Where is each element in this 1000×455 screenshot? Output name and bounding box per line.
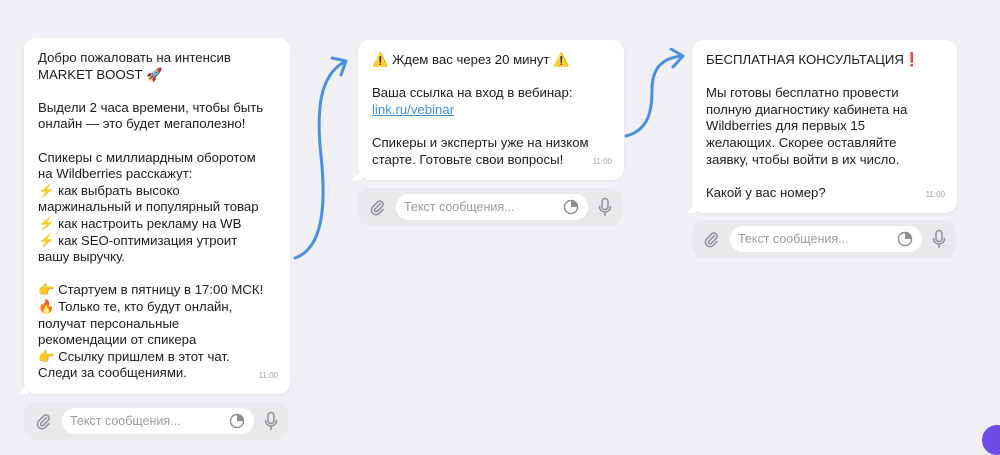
message-input-placeholder: Текст сообщения... bbox=[70, 414, 181, 428]
message-line: полную диагностику кабинета на bbox=[706, 101, 908, 117]
message-line bbox=[372, 69, 610, 86]
message-line bbox=[706, 69, 943, 86]
message-line: БЕСПЛАТНАЯ КОНСУЛЬТАЦИЯ❗ bbox=[706, 52, 921, 67]
microphone-icon[interactable] bbox=[596, 196, 614, 218]
message-input[interactable]: Текст сообщения... bbox=[730, 226, 922, 252]
message-line: 👉 Ссылку пришлем в этот чат. bbox=[38, 348, 230, 364]
paperclip-icon[interactable] bbox=[700, 228, 722, 250]
message-line: рекомендации от спикера bbox=[38, 332, 197, 348]
message-line: маржинальный и популярный товар bbox=[38, 199, 259, 215]
message-line: MARKET BOOST 🚀 bbox=[38, 66, 163, 82]
message-line: вашу выручку. bbox=[38, 249, 126, 265]
message-line bbox=[372, 118, 610, 135]
message-line: Добро пожаловать на интенсив bbox=[38, 50, 231, 65]
message-line: онлайн — это будет мегаполезно! bbox=[38, 116, 246, 132]
message-line bbox=[38, 83, 276, 100]
paperclip-icon[interactable] bbox=[32, 410, 54, 432]
microphone-icon[interactable] bbox=[930, 228, 948, 250]
message-2-text: ⚠️ Ждем вас через 20 минут ⚠️ Ваша ссылк… bbox=[372, 52, 610, 168]
sticker-icon[interactable] bbox=[896, 230, 914, 248]
message-line: ⚡ как настроить рекламу на WB bbox=[38, 215, 242, 231]
message-time: 11:00 bbox=[592, 157, 612, 167]
message-input-placeholder: Текст сообщения... bbox=[404, 200, 515, 214]
message-line: 👉 Стартуем в пятницу в 17:00 МСК! bbox=[38, 282, 264, 298]
message-input[interactable]: Текст сообщения... bbox=[396, 194, 588, 220]
message-line: Ваша ссылка на вход в вебинар: bbox=[372, 85, 573, 101]
message-line bbox=[706, 168, 943, 185]
message-line: заявку, чтобы войти в их число. bbox=[706, 151, 900, 167]
message-bubble-2: ⚠️ Ждем вас через 20 минут ⚠️ Ваша ссылк… bbox=[352, 40, 624, 180]
message-line: Спикеры и эксперты уже на низком bbox=[372, 134, 589, 150]
webinar-link[interactable]: link.ru/vebinar bbox=[372, 102, 610, 119]
message-bubble-1: Добро пожаловать на интенсив MARKET BOOS… bbox=[18, 38, 290, 394]
message-line: Какой у вас номер? bbox=[706, 184, 826, 200]
message-time: 11:00 bbox=[258, 371, 278, 381]
page: { "messages": [ { "lines": [ "Добро пожа… bbox=[0, 0, 1000, 455]
message-line bbox=[38, 133, 276, 150]
message-line bbox=[38, 266, 276, 283]
message-bubble-3: БЕСПЛАТНАЯ КОНСУЛЬТАЦИЯ❗ Мы готовы беспл… bbox=[686, 40, 957, 213]
message-line: Мы готовы бесплатно провести bbox=[706, 85, 899, 101]
bubble-tail bbox=[18, 384, 28, 394]
corner-badge bbox=[982, 425, 1000, 455]
sticker-icon[interactable] bbox=[228, 412, 246, 430]
message-input-bar-3: Текст сообщения... bbox=[692, 220, 956, 258]
curved-arrow-icon bbox=[293, 56, 348, 260]
message-line: на Wildberries расскажут: bbox=[38, 166, 193, 182]
curved-arrow-icon bbox=[624, 48, 685, 138]
message-input[interactable]: Текст сообщения... bbox=[62, 408, 254, 434]
message-input-bar-2: Текст сообщения... bbox=[358, 188, 622, 226]
message-input-bar-1: Текст сообщения... bbox=[24, 402, 288, 440]
bubble-tail bbox=[686, 203, 696, 213]
microphone-icon[interactable] bbox=[262, 410, 280, 432]
message-time: 11:00 bbox=[925, 190, 945, 200]
paperclip-icon[interactable] bbox=[366, 196, 388, 218]
message-line: Выдели 2 часа времени, чтобы быть bbox=[38, 99, 264, 115]
message-line: ⚡ как выбрать высоко bbox=[38, 182, 180, 198]
message-line: желающих. Скорее оставляйте bbox=[706, 134, 897, 150]
message-line: получат персональные bbox=[38, 315, 180, 331]
message-line: Следи за сообщениями. bbox=[38, 365, 187, 381]
message-input-placeholder: Текст сообщения... bbox=[738, 232, 849, 246]
message-line: 🔥 Только те, кто будут онлайн, bbox=[38, 298, 233, 314]
sticker-icon[interactable] bbox=[562, 198, 580, 216]
message-line: Спикеры с миллиардным оборотом bbox=[38, 149, 256, 165]
message-line: ⚠️ Ждем вас через 20 минут ⚠️ bbox=[372, 52, 570, 67]
message-line: старте. Готовьте свои вопросы! bbox=[372, 151, 564, 167]
bubble-tail bbox=[352, 170, 362, 180]
message-3-text: БЕСПЛАТНАЯ КОНСУЛЬТАЦИЯ❗ Мы готовы беспл… bbox=[706, 52, 943, 201]
message-1-text: Добро пожаловать на интенсив MARKET BOOS… bbox=[38, 50, 276, 382]
message-line: Wildberries для первых 15 bbox=[706, 118, 866, 134]
message-line: ⚡ как SEO-оптимизация утроит bbox=[38, 232, 238, 248]
